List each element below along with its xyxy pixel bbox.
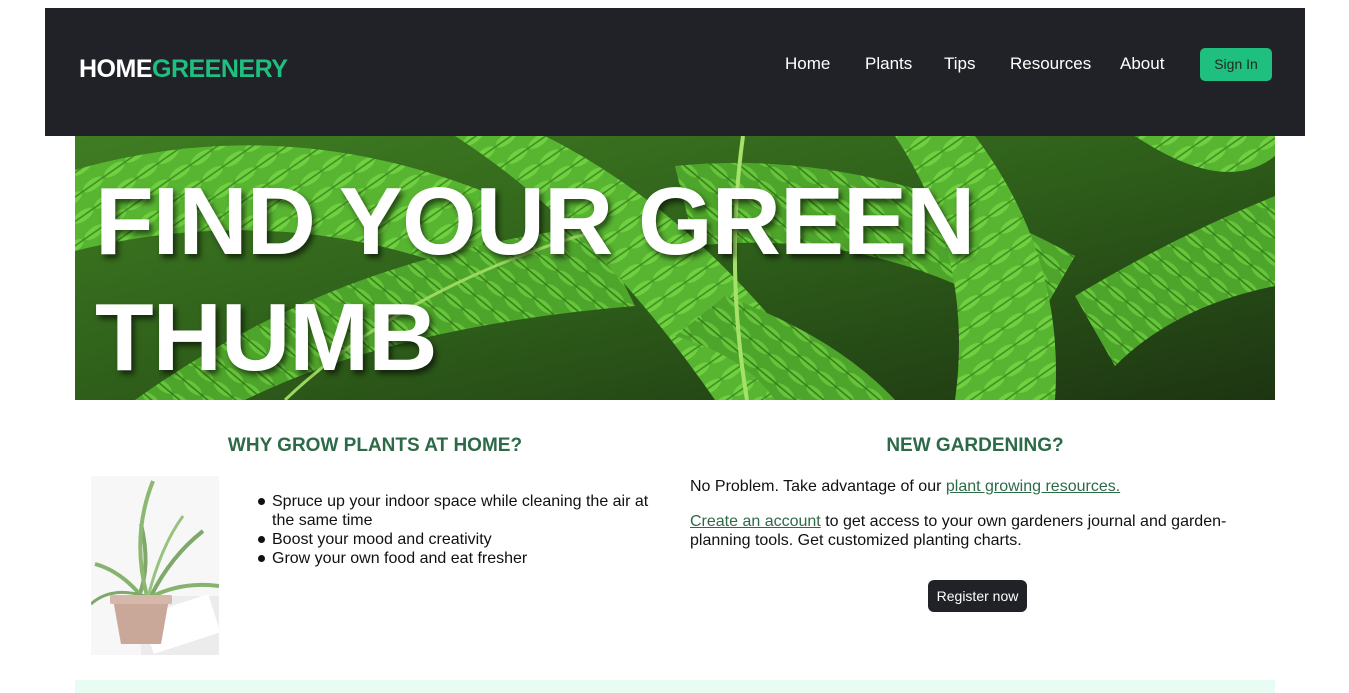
register-now-button[interactable]: Register now — [928, 580, 1027, 612]
nav-link-tips[interactable]: Tips — [944, 53, 976, 75]
list-item: Grow your own food and eat fresher — [255, 549, 665, 568]
create-account-link[interactable]: Create an account — [690, 513, 821, 530]
sign-in-button[interactable]: Sign In — [1200, 48, 1272, 81]
nav-link-plants[interactable]: Plants — [865, 53, 912, 75]
nav-link-home[interactable]: Home — [785, 53, 830, 75]
navbar: HOMEGREENERY Home Plants Tips Resources … — [45, 8, 1305, 136]
brand-logo[interactable]: HOMEGREENERY — [79, 54, 288, 84]
list-item: Boost your mood and creativity — [255, 530, 665, 549]
brand-part-greenery: GREENERY — [152, 55, 288, 83]
paragraph-text: No Problem. Take advantage of our — [690, 478, 946, 495]
aloe-plant-image — [91, 476, 219, 655]
hero-title: FIND YOUR GREEN THUMB — [95, 164, 1095, 396]
why-grow-heading: WHY GROW PLANTS AT HOME? — [227, 435, 523, 456]
footer-strip — [75, 680, 1275, 693]
hero-title-line1: FIND YOUR GREEN — [95, 168, 975, 275]
brand-part-home: HOME — [79, 55, 153, 83]
new-gardening-paragraph-1: No Problem. Take advantage of our plant … — [690, 477, 1250, 496]
nav-link-about[interactable]: About — [1120, 53, 1164, 75]
list-item: Spruce up your indoor space while cleani… — [255, 492, 665, 530]
hero-title-line2: THUMB — [95, 284, 438, 391]
new-gardening-heading: NEW GARDENING? — [886, 435, 1064, 456]
nav-link-resources[interactable]: Resources — [1010, 53, 1091, 75]
benefits-list: Spruce up your indoor space while cleani… — [255, 492, 665, 568]
plant-resources-link[interactable]: plant growing resources. — [946, 478, 1120, 495]
hero-banner: FIND YOUR GREEN THUMB — [75, 136, 1275, 400]
new-gardening-paragraph-2: Create an account to get access to your … — [690, 512, 1250, 550]
